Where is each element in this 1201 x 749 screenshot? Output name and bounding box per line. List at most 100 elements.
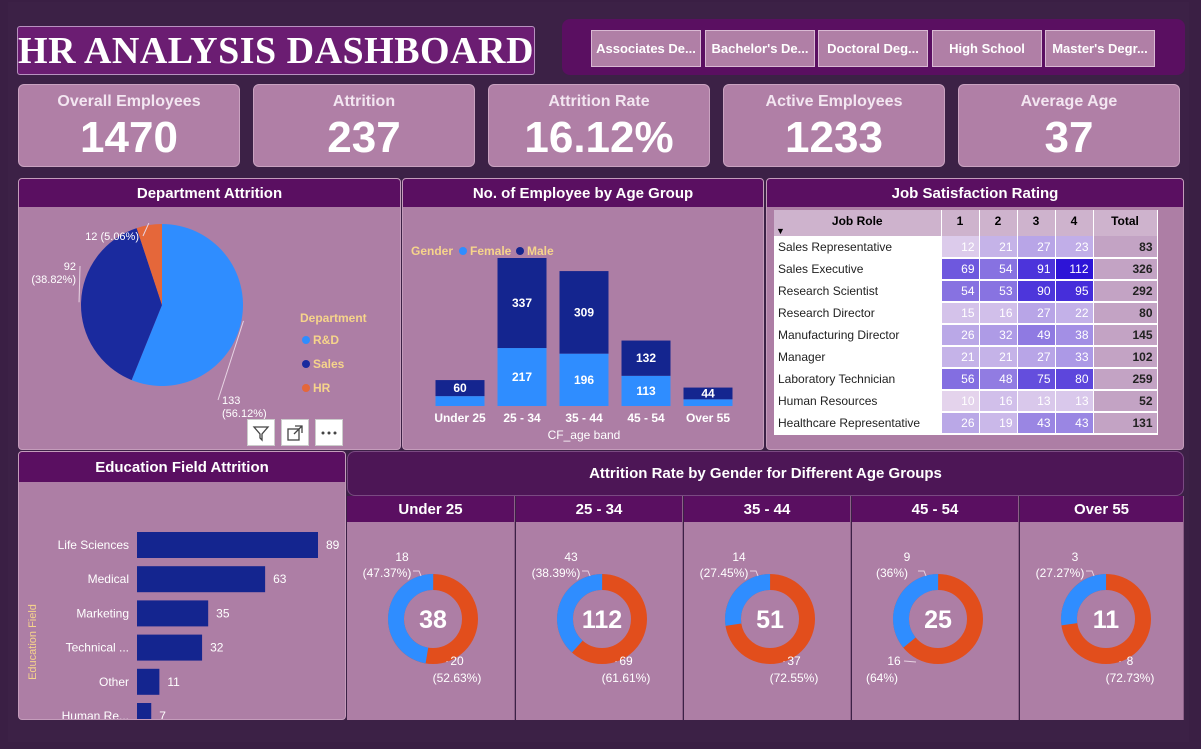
pie-legend-marker [302, 336, 310, 344]
kpi-value: 1233 [785, 113, 883, 162]
matrix-row-label: Sales Executive [774, 258, 942, 281]
gender-donut-chart: 25 9 (36%) 16 (64%) [866, 550, 983, 685]
matrix-value-cell: 13 [1055, 390, 1094, 413]
pie-legend-title: Department [300, 311, 367, 325]
matrix-row[interactable]: Research Scientist 54 53 90 95 292 [774, 280, 1158, 303]
donut-leader-line [1086, 570, 1095, 577]
matrix-value-cell: 112 [1055, 258, 1094, 281]
education-category-label: Human Re... [62, 709, 129, 720]
matrix-row[interactable]: Human Resources 10 16 13 13 52 [774, 390, 1158, 413]
education-field-card: Education Field Attrition Life Sciences 8… [18, 451, 346, 720]
matrix-row-label: Human Resources [774, 390, 942, 413]
kpi-label: Active Employees [765, 93, 903, 110]
matrix-value-cell: 43 [1055, 412, 1094, 435]
matrix-total-cell: 326 [1093, 258, 1158, 281]
matrix-value-cell: 56 [941, 368, 980, 391]
age-axis-label: CF_age band [548, 428, 621, 442]
education-slicer-option[interactable]: Bachelor's De... [705, 30, 815, 67]
age-category-label: 25 - 34 [503, 411, 541, 425]
matrix-row[interactable]: Research Director 15 16 27 22 80 [774, 302, 1158, 325]
matrix-row[interactable]: Healthcare Representative 26 19 43 43 131 [774, 412, 1158, 435]
donut-female-value: 9 [904, 550, 911, 564]
matrix-header-job-role[interactable]: Job Role ▼ [774, 210, 942, 236]
pie-legend-item: Sales [313, 357, 345, 371]
education-slicer-option[interactable]: Doctoral Deg... [818, 30, 928, 67]
matrix-row-label: Research Scientist [774, 280, 942, 303]
gender-attrition-panel: Over 55 11 3 (27.27%) 8 (72.73%) [1020, 496, 1184, 720]
gender-attrition-title: Attrition Rate by Gender for Different A… [589, 465, 942, 482]
pie-data-label: (38.82%) [31, 274, 76, 286]
education-slicer-option[interactable]: Associates De... [591, 30, 701, 67]
matrix-header-cell[interactable]: 4 [1055, 210, 1094, 236]
age-data-label: 337 [512, 296, 532, 310]
matrix-value-cell: 16 [979, 390, 1018, 413]
education-category-label: Marketing [76, 606, 129, 620]
dashboard-title-text: HR ANALYSIS DASHBOARD [18, 29, 534, 72]
department-attrition-title: Department Attrition [19, 179, 400, 207]
gender-attrition-panel: 45 - 54 25 9 (36%) 16 (64%) [852, 496, 1019, 720]
matrix-row[interactable]: Sales Representative 12 21 27 23 83 [774, 236, 1158, 259]
education-slicer-option[interactable]: Master's Degr... [1045, 30, 1155, 67]
department-attrition-card: Department Attrition 133 (56.12%) 92 (38.82… [18, 178, 401, 450]
matrix-header-cell[interactable]: 2 [979, 210, 1018, 236]
donut-total-label: 11 [1093, 606, 1120, 634]
age-data-label: 113 [636, 384, 656, 398]
pie-legend-marker [302, 360, 310, 368]
education-category-label: Medical [88, 572, 129, 586]
donut-total-label: 25 [924, 606, 952, 634]
education-bar [137, 532, 318, 558]
matrix-header-cell[interactable]: 3 [1017, 210, 1056, 236]
matrix-total-cell: 102 [1093, 346, 1158, 369]
education-bar [137, 566, 266, 593]
matrix-value-cell: 80 [1055, 368, 1094, 391]
matrix-row-label: Research Director [774, 302, 942, 325]
education-bar [137, 634, 203, 661]
matrix-value-cell: 19 [979, 412, 1018, 435]
matrix-row[interactable]: Sales Executive 69 54 91 112 326 [774, 258, 1158, 281]
donut-leader-line [582, 570, 591, 577]
matrix-value-cell: 10 [941, 390, 980, 413]
pie-data-label: 133 [222, 395, 240, 407]
age-category-label: 45 - 54 [627, 411, 665, 425]
education-category-label: Other [99, 675, 129, 689]
pie-data-label: 12 (5.06%) [85, 231, 139, 243]
age-legend-marker [516, 247, 524, 255]
donut-leader-line [413, 570, 422, 577]
matrix-total-cell: 83 [1093, 236, 1158, 259]
donut-male-pct: (72.55%) [770, 671, 819, 685]
donut-female-pct: (27.45%) [700, 566, 749, 580]
matrix-header-cell[interactable]: Total [1093, 210, 1158, 236]
filter-icon[interactable] [247, 419, 275, 446]
age-legend-marker [459, 247, 467, 255]
education-slicer-option[interactable]: High School [932, 30, 1042, 67]
matrix-value-cell: 91 [1017, 258, 1056, 281]
matrix-total-cell: 259 [1093, 368, 1158, 391]
age-data-label: 309 [574, 305, 594, 319]
matrix-value-cell: 54 [979, 258, 1018, 281]
age-data-label: 217 [512, 370, 532, 384]
pie-data-label: 92 [64, 261, 76, 273]
focus-mode-icon[interactable] [281, 419, 309, 446]
gender-attrition-header: Attrition Rate by Gender for Different A… [347, 451, 1184, 496]
matrix-header-cell[interactable]: 1 [941, 210, 980, 236]
matrix-value-cell: 69 [941, 258, 980, 281]
matrix-value-cell: 16 [979, 302, 1018, 325]
donut-total-label: 51 [756, 606, 784, 634]
matrix-row[interactable]: Manager 21 21 27 33 102 [774, 346, 1158, 369]
education-field-title: Education Field Attrition [19, 452, 345, 482]
gender-attrition-panel: 25 - 34 112 43 (38.39%) 69 (61.61%) [516, 496, 683, 720]
kpi-card: Active Employees 1233 [723, 84, 945, 167]
kpi-label: Average Age [1020, 93, 1118, 110]
education-data-label: 11 [167, 675, 180, 689]
donut-total-label: 112 [582, 606, 622, 634]
matrix-value-cell: 15 [941, 302, 980, 325]
more-options-icon[interactable] [315, 419, 343, 446]
kpi-value: 237 [327, 113, 401, 162]
matrix-value-cell: 53 [979, 280, 1018, 303]
kpi-card: Attrition 237 [253, 84, 475, 167]
matrix-row[interactable]: Laboratory Technician 56 48 75 80 259 [774, 368, 1158, 391]
matrix-value-cell: 49 [1017, 324, 1056, 347]
department-attrition-pie-chart: 133(56.12%)92(38.82%)12 (5.06%)Departmen… [31, 222, 367, 420]
kpi-card: Average Age 37 [958, 84, 1180, 167]
matrix-row[interactable]: Manufacturing Director 26 32 49 38 145 [774, 324, 1158, 347]
